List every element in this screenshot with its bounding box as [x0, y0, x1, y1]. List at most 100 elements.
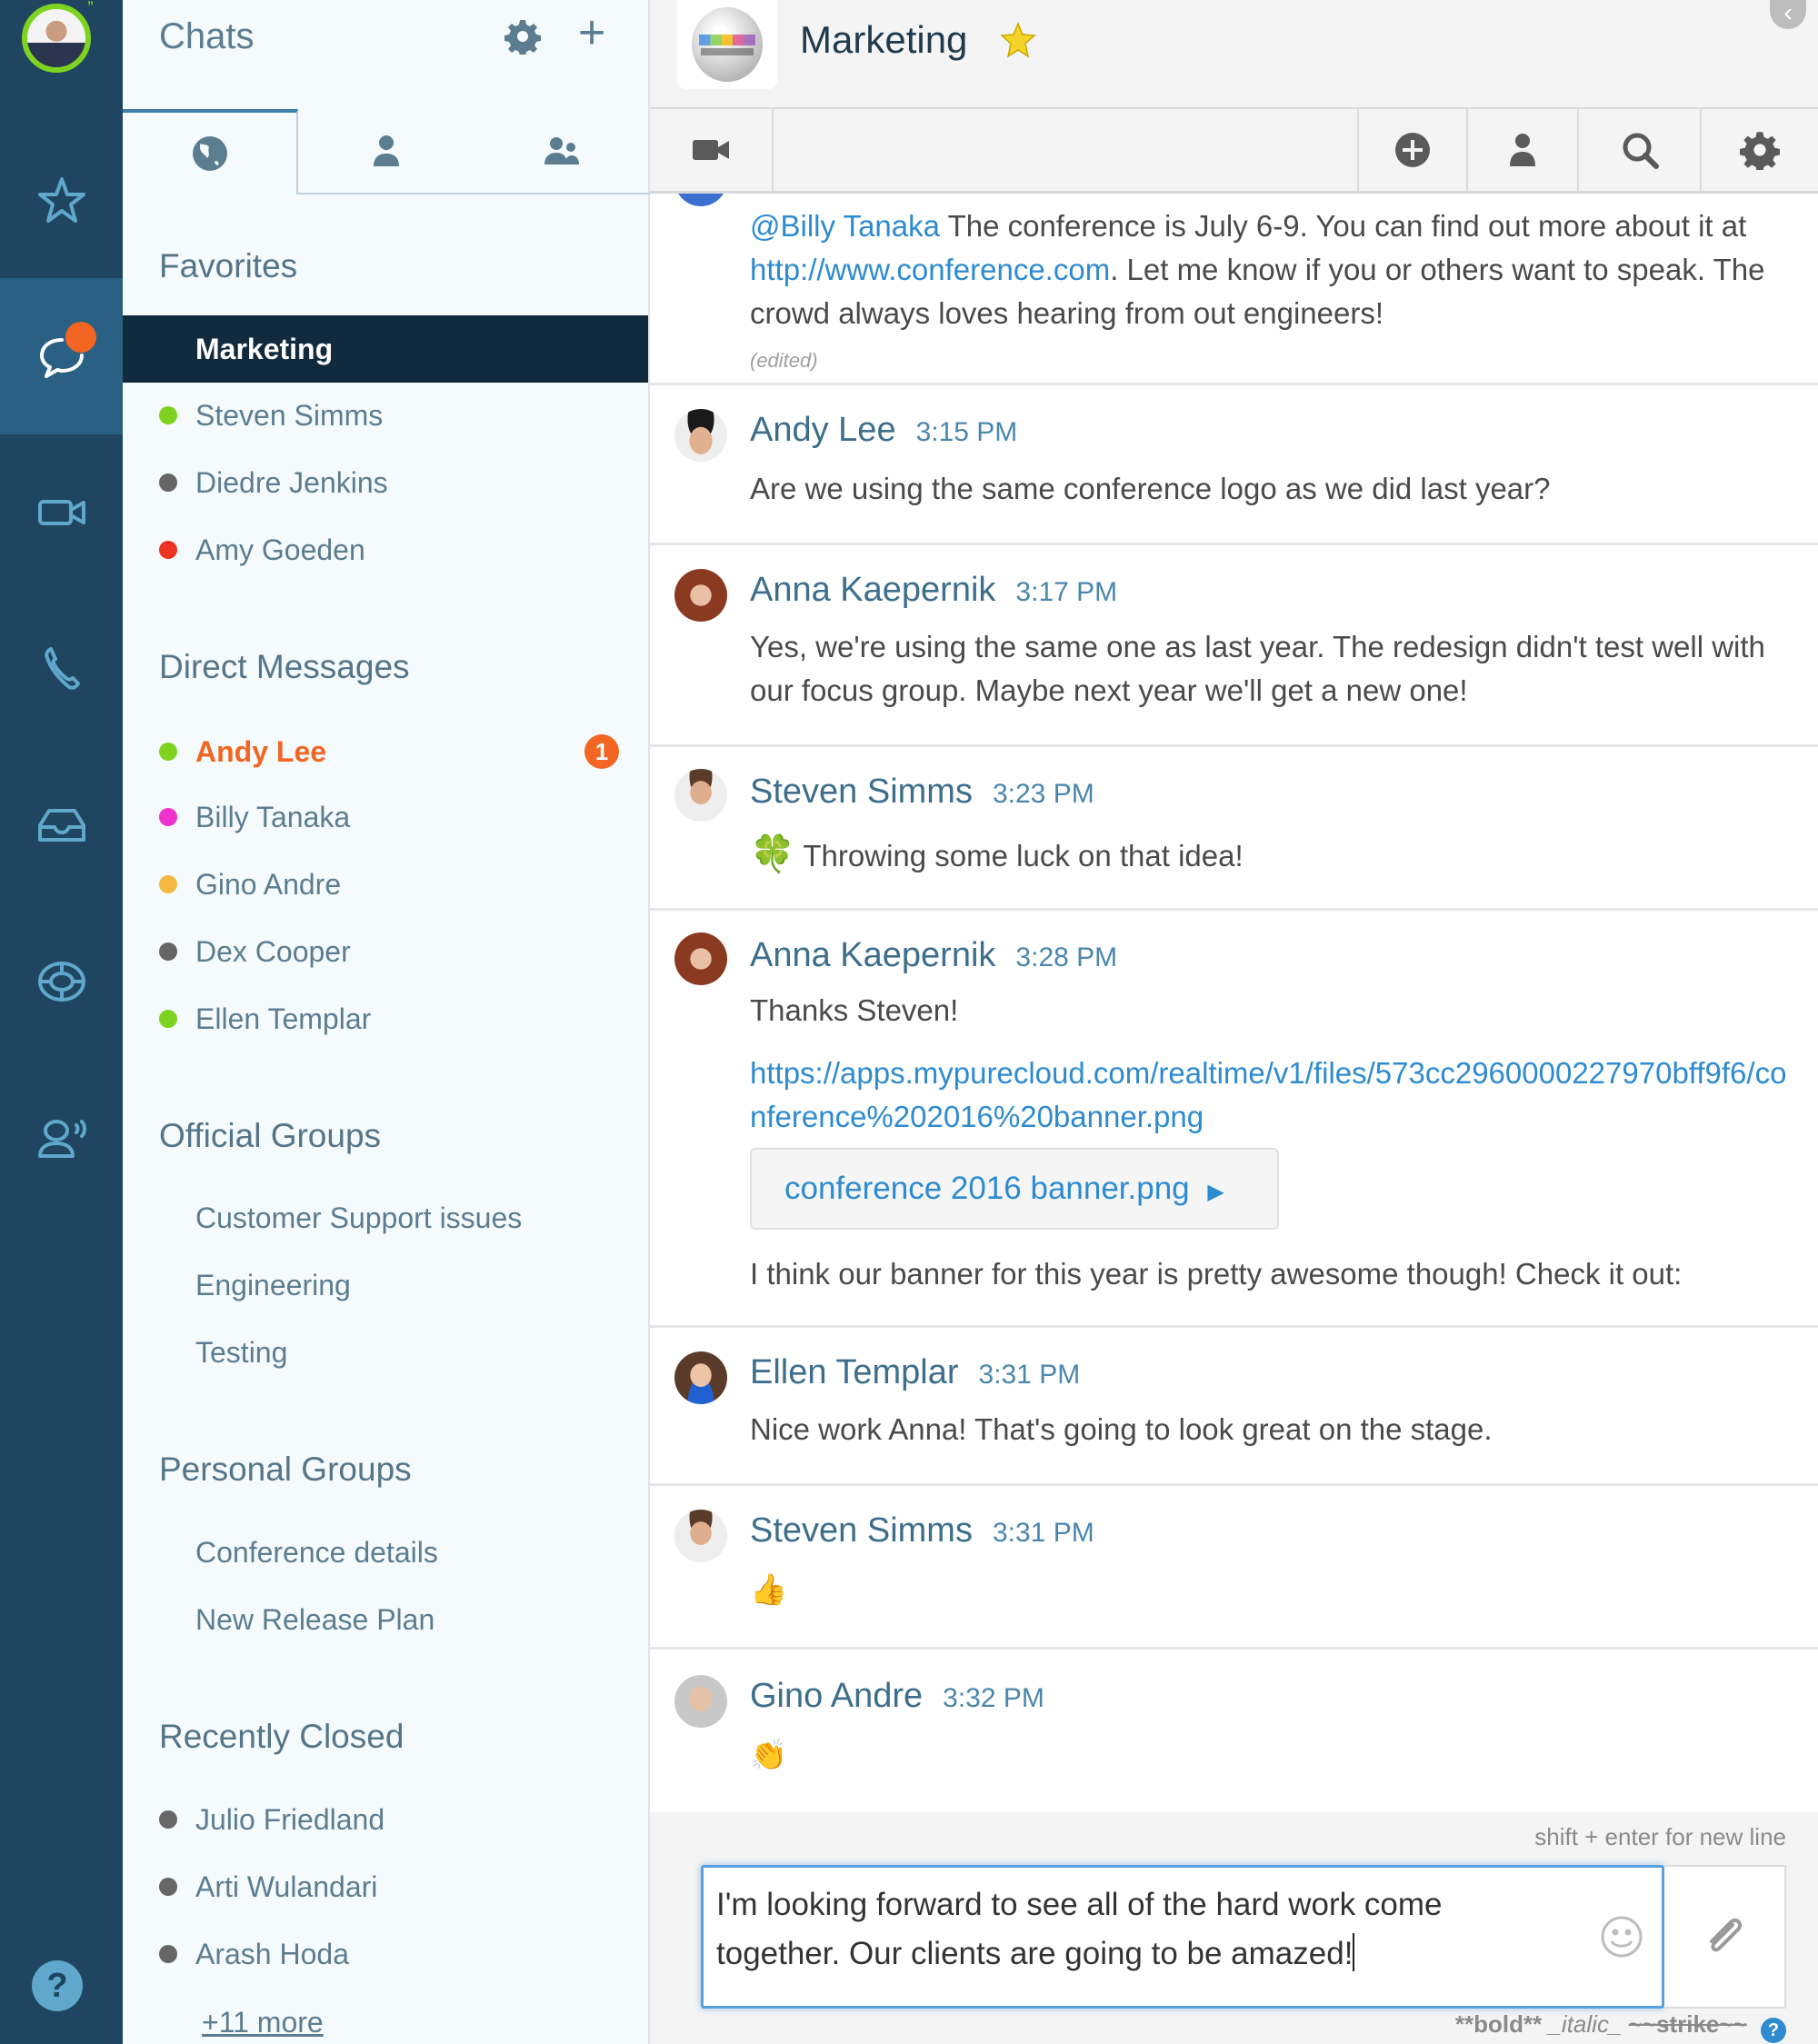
message-body: Thanks Steven! — [750, 993, 959, 1027]
sidebar-item-label: Testing — [195, 1335, 288, 1369]
sidebar-item-amy-goeden[interactable]: Amy Goeden — [123, 516, 648, 583]
message-time: 3:32 PM — [943, 1683, 1044, 1713]
sidebar-item-label: Arti Wulandari — [195, 1870, 378, 1903]
sidebar-item-label: Amy Goeden — [195, 533, 365, 566]
room-title: Marketing — [800, 18, 968, 61]
message-time: 3:15 PM — [915, 417, 1018, 447]
sidebar-item-marketing[interactable]: Marketing — [123, 315, 648, 383]
author-name[interactable]: Steven Simms — [750, 1511, 973, 1550]
show-more-link[interactable]: +11 more — [202, 2006, 324, 2039]
gear-icon[interactable] — [504, 18, 541, 55]
sidebar-title: Chats — [159, 16, 255, 56]
file-attachment-chip[interactable]: conference 2016 banner.png ▶ — [750, 1148, 1279, 1230]
thumbs-up-emoji: 👍 — [750, 1572, 788, 1606]
tab-groups[interactable] — [474, 109, 650, 194]
message-body: Nice work Anna! That's going to look gre… — [750, 1412, 1493, 1446]
message-body: I think our banner for this year is pret… — [750, 1257, 1683, 1291]
section-recently-closed: Recently Closed — [159, 1718, 405, 1755]
new-chat-button[interactable]: + — [570, 9, 614, 56]
author-name[interactable]: Andy Lee — [750, 411, 896, 449]
sidebar-item-label: Conference details — [195, 1535, 438, 1569]
url-link[interactable]: http://www.conference.com — [750, 253, 1110, 286]
rail-voice-user[interactable] — [0, 1060, 123, 1216]
message-time: 3:31 PM — [992, 1518, 1094, 1548]
sidebar-item-testing[interactable]: Testing — [123, 1319, 648, 1386]
room-settings-button[interactable] — [1702, 109, 1818, 191]
file-name: conference 2016 banner.png — [784, 1171, 1190, 1206]
video-camera-icon — [37, 500, 85, 525]
mention-link[interactable]: @Billy Tanaka — [750, 209, 940, 243]
user-avatar[interactable] — [22, 4, 91, 73]
sidebar-item-new-release-plan[interactable]: New Release Plan — [123, 1586, 648, 1653]
add-button[interactable] — [1357, 109, 1468, 191]
add-circle-icon — [1395, 133, 1430, 167]
author-name[interactable]: Gino Andre — [750, 1677, 923, 1715]
rail-favorites[interactable] — [0, 123, 123, 279]
rail-chats[interactable] — [0, 278, 123, 434]
video-call-button[interactable] — [650, 109, 774, 191]
participants-button[interactable] — [1468, 109, 1579, 191]
edited-label: (edited) — [750, 349, 818, 372]
collapse-panel-button[interactable]: ‹ — [1770, 0, 1806, 29]
emoji-picker-icon[interactable] — [1599, 1914, 1644, 1959]
tab-people[interactable] — [298, 109, 474, 194]
paperclip-icon — [1710, 1918, 1743, 1952]
sidebar-item-arti-wulandari[interactable]: Arti Wulandari — [123, 1853, 648, 1920]
author-name[interactable]: Steven Simms — [750, 773, 973, 811]
author-name[interactable]: Anna Kaepernik — [750, 936, 995, 974]
search-button[interactable] — [1579, 109, 1702, 191]
sidebar-item-julio-friedland[interactable]: Julio Friedland — [123, 1786, 648, 1853]
rail-support[interactable] — [0, 903, 123, 1060]
sidebar-item-label: Gino Andre — [195, 867, 342, 901]
status-quote-icon: ” — [87, 0, 94, 13]
sidebar-item-andy-lee[interactable]: Andy Lee 1 — [123, 718, 648, 785]
person-icon — [373, 135, 399, 166]
clapping-hands-emoji: 👏 — [750, 1738, 788, 1771]
section-direct-messages: Direct Messages — [159, 648, 410, 685]
message-time: 3:23 PM — [992, 779, 1094, 809]
file-url-link[interactable]: https://apps.mypurecloud.com/realtime/v1… — [750, 1056, 1786, 1133]
presence-dot — [159, 743, 177, 761]
sidebar-item-customer-support[interactable]: Customer Support issues — [123, 1184, 648, 1251]
message-item: Gino Andre 3:32 PM 👏 — [650, 1650, 1818, 1812]
presence-dot — [159, 474, 177, 492]
help-button[interactable]: ? — [32, 1960, 83, 2011]
author-name[interactable]: Ellen Templar — [750, 1353, 959, 1391]
sidebar-item-steven-simms[interactable]: Steven Simms — [123, 382, 648, 449]
message-input[interactable]: I'm looking forward to see all of the ha… — [701, 1865, 1664, 2009]
lifebuoy-icon — [37, 962, 85, 1002]
rail-phone[interactable] — [0, 591, 123, 747]
message-item: Anna Kaepernik 3:28 PM Thanks Steven! htt… — [650, 911, 1818, 1328]
notification-badge — [67, 324, 95, 351]
formatting-hint: **bold** _italic_ ~~strike~~ ? — [1455, 2010, 1786, 2043]
sidebar-item-conference-details[interactable]: Conference details — [123, 1519, 648, 1586]
sidebar-item-label: Steven Simms — [195, 398, 384, 432]
sidebar-item-diedre-jenkins[interactable]: Diedre Jenkins — [123, 449, 648, 516]
sidebar-item-dex-cooper[interactable]: Dex Cooper — [123, 918, 648, 985]
sidebar-item-billy-tanaka[interactable]: Billy Tanaka — [123, 783, 648, 851]
tab-all[interactable] — [123, 109, 298, 194]
sidebar-item-label: Andy Lee — [195, 734, 327, 768]
rail-inbox[interactable] — [0, 747, 123, 903]
message-time: 3:17 PM — [1015, 577, 1118, 607]
sidebar-item-gino-andre[interactable]: Gino Andre — [123, 851, 648, 918]
sidebar-item-arash-hoda[interactable]: Arash Hoda — [123, 1920, 648, 1988]
message-body: Yes, we're using the same one as last ye… — [750, 630, 1765, 707]
phone-icon — [44, 647, 80, 690]
inbox-tray-icon — [37, 809, 85, 842]
favorite-star-icon[interactable] — [998, 20, 1038, 60]
presence-dot — [159, 808, 177, 826]
author-name[interactable]: Anna Kaepernik — [750, 571, 995, 609]
sidebar-item-label: Diedre Jenkins — [195, 465, 388, 499]
section-official-groups: Official Groups — [159, 1117, 382, 1154]
sidebar-item-engineering[interactable]: Engineering — [123, 1251, 648, 1319]
message-list[interactable]: @Billy Tanaka The conference is July 6-9… — [650, 194, 1818, 1812]
rail-video[interactable] — [0, 434, 123, 591]
sidebar-item-ellen-templar[interactable]: Ellen Templar — [123, 985, 648, 1052]
sidebar-item-label: Ellen Templar — [195, 1002, 372, 1035]
attach-file-button[interactable] — [1664, 1865, 1786, 2009]
sidebar-item-label: Billy Tanaka — [195, 800, 351, 833]
formatting-help-icon[interactable]: ? — [1761, 2018, 1786, 2043]
star-icon — [37, 177, 85, 223]
chat-main: Marketing ‹ @Billy Tanaka The conference… — [650, 0, 1818, 2044]
